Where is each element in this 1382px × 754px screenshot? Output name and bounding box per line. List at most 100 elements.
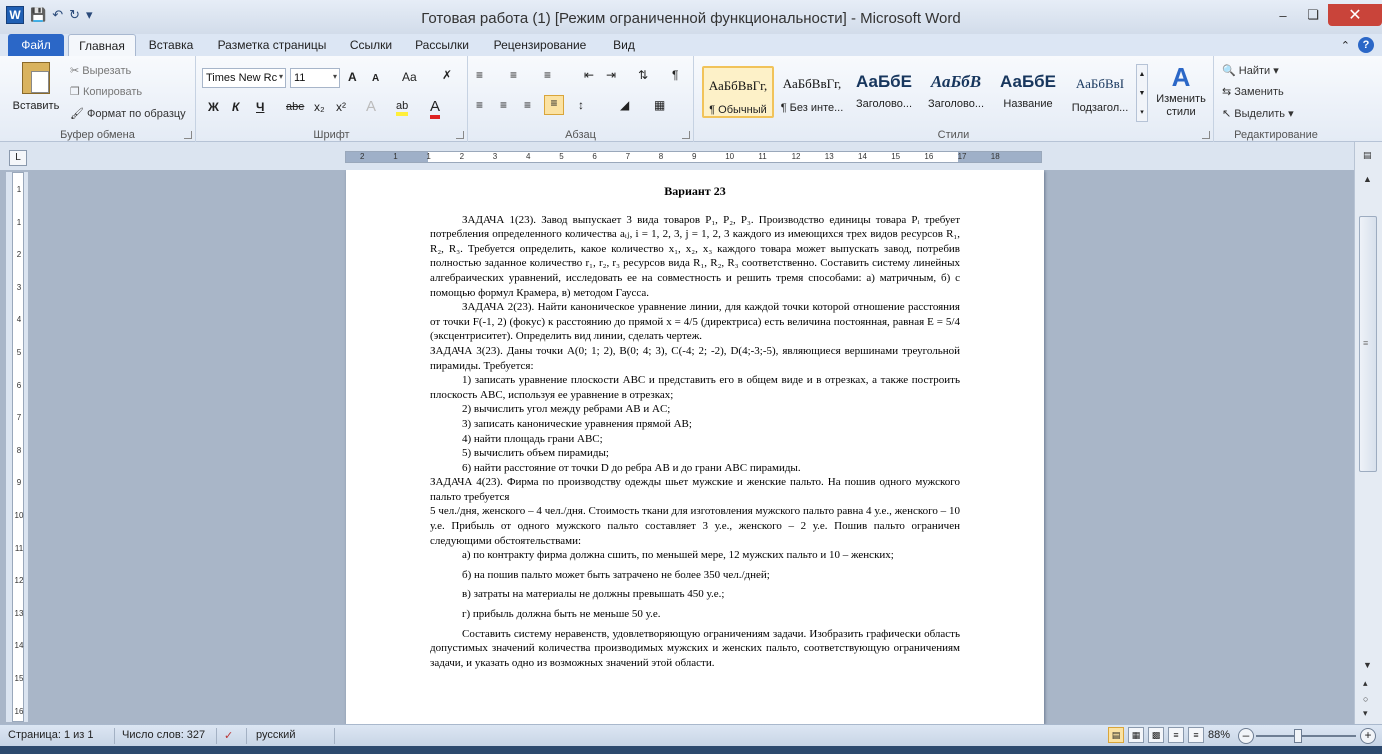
borders-icon[interactable]: ▦	[654, 98, 665, 112]
tab-review[interactable]: Рецензирование	[482, 34, 598, 56]
find-button[interactable]: 🔍 Найти ▾	[1222, 64, 1279, 77]
styles-group: АаБбВвГг, ¶ Обычный АаБбВвГг, ¶ Без инте…	[694, 56, 1214, 142]
page-count[interactable]: Страница: 1 из 1	[8, 729, 94, 741]
clear-format-icon[interactable]: ✗	[442, 68, 452, 82]
highlight-icon[interactable]: ab	[396, 98, 409, 116]
scroll-up-icon[interactable]: ▲	[1363, 174, 1372, 184]
paste-icon	[22, 62, 50, 94]
horizontal-ruler[interactable]: 2 1 1 2 3 4 5 6 7 8 9 10 11 12 13 14 15 16 17 18	[0, 142, 1382, 170]
browse-object-icon[interactable]: ○	[1363, 694, 1368, 704]
style-normal-name: ¶ Обычный	[709, 104, 767, 116]
vertical-ruler[interactable]: 1 1 2 3 4 5 6 7 8 9 10 11 12 13 14 15 16	[6, 172, 28, 722]
style-heading1[interactable]: АаБбЕ Заголово...	[848, 66, 920, 118]
pilcrow-icon[interactable]: ¶	[672, 68, 678, 82]
zoom-slider-thumb[interactable]	[1294, 729, 1302, 743]
clipboard-launcher-icon[interactable]	[184, 131, 192, 139]
paste-button[interactable]: Вставить	[10, 60, 62, 126]
tab-file[interactable]: Файл	[8, 34, 64, 56]
change-styles-icon: A	[1171, 62, 1191, 92]
outline-icon[interactable]: ≡	[1168, 727, 1184, 743]
format-painter-button[interactable]: 🖌 Формат по образцу	[70, 107, 186, 120]
increase-indent-icon[interactable]: ⇥	[606, 68, 616, 82]
word-count[interactable]: Число слов: 327	[122, 729, 205, 741]
styles-launcher-icon[interactable]	[1202, 131, 1210, 139]
change-case-button[interactable]: Aa	[402, 70, 417, 84]
zoom-slider[interactable]	[1256, 735, 1356, 737]
change-styles-button[interactable]: A Изменить стили	[1152, 62, 1210, 119]
style-heading2[interactable]: АаБбВ Заголово...	[920, 66, 992, 118]
cut-button[interactable]: ✂ Вырезать	[70, 64, 131, 77]
document-body[interactable]: Вариант 23 ЗАДАЧА 1(23). Завод выпускает…	[430, 184, 960, 670]
select-button[interactable]: ↖ Выделить ▾	[1222, 107, 1294, 120]
style-subtitle[interactable]: АаБбВвІ Подзагол...	[1064, 66, 1136, 118]
bold-button[interactable]: Ж	[208, 100, 219, 114]
numbering-icon[interactable]: ≡	[510, 68, 517, 82]
ruler-number: 12	[14, 576, 24, 586]
font-color-icon[interactable]: A	[430, 98, 441, 119]
style-heading1-name: Заголово...	[855, 98, 913, 110]
tab-view[interactable]: Вид	[602, 34, 646, 56]
help-icon[interactable]: ?	[1358, 37, 1374, 53]
collapse-ribbon-icon[interactable]: ⌃	[1341, 39, 1350, 52]
align-right-icon[interactable]: ≡	[524, 98, 531, 112]
ruler-number: 7	[16, 413, 22, 423]
scroll-down-icon[interactable]: ▼	[1363, 660, 1372, 670]
align-left-icon[interactable]: ≡	[476, 98, 483, 112]
tab-home[interactable]: Главная	[68, 34, 136, 56]
zoom-out-button[interactable]: –	[1238, 728, 1254, 744]
shrink-font-button[interactable]: A	[372, 73, 379, 84]
line-spacing-icon[interactable]: ↕	[578, 98, 584, 112]
tab-references[interactable]: Ссылки	[340, 34, 402, 56]
superscript-button[interactable]: x²	[336, 100, 346, 114]
tab-selector[interactable]: L	[9, 150, 27, 166]
zoom-in-button[interactable]: +	[1360, 728, 1376, 744]
ruler-number: 16	[14, 706, 24, 716]
grow-font-button[interactable]: A	[348, 70, 357, 84]
subscript-button[interactable]: x₂	[314, 100, 325, 114]
copy-button[interactable]: ❐ Копировать	[70, 85, 142, 98]
full-screen-reading-icon[interactable]: ▦	[1128, 727, 1144, 743]
page[interactable]: Вариант 23 ЗАДАЧА 1(23). Завод выпускает…	[346, 170, 1044, 724]
style-normal[interactable]: АаБбВвГг, ¶ Обычный	[702, 66, 774, 118]
tab-mailings[interactable]: Рассылки	[406, 34, 478, 56]
prev-page-icon[interactable]: ▴	[1363, 678, 1368, 689]
language[interactable]: русский	[256, 729, 295, 741]
spelling-check-icon[interactable]: ✓	[224, 729, 233, 742]
replace-button[interactable]: ⇆ Заменить	[1222, 85, 1284, 98]
font-size-combo[interactable]: 11 ▾	[290, 68, 340, 88]
tab-insert[interactable]: Вставка	[140, 34, 202, 56]
bullets-icon[interactable]: ≡	[476, 68, 483, 82]
list-item: 2) вычислить угол между ребрами AB и AC;	[462, 403, 671, 416]
vertical-scrollbar[interactable]: ▤ ▲ ≡ ▼ ▴ ○ ▾	[1354, 142, 1382, 724]
justify-icon[interactable]: ≡	[544, 95, 564, 115]
style-title[interactable]: АаБбЕ Название	[992, 66, 1064, 118]
draft-icon[interactable]: ≡	[1188, 727, 1204, 743]
ruler-number: 2	[16, 250, 22, 260]
zoom-level[interactable]: 88%	[1208, 729, 1230, 741]
text-effects-icon[interactable]: A	[366, 98, 376, 115]
close-button[interactable]: ✕	[1328, 4, 1382, 26]
taskbar	[0, 746, 1382, 754]
styles-scroll[interactable]: ▲ ▼ ▾	[1136, 64, 1148, 122]
restore-button[interactable]: ❏	[1298, 4, 1328, 26]
style-title-preview: АаБбЕ	[1000, 72, 1056, 91]
sort-icon[interactable]: ⇅	[638, 68, 648, 82]
multilevel-list-icon[interactable]: ≡	[544, 68, 551, 82]
web-layout-icon[interactable]: ▩	[1148, 727, 1164, 743]
decrease-indent-icon[interactable]: ⇤	[584, 68, 594, 82]
font-launcher-icon[interactable]	[456, 131, 464, 139]
next-page-icon[interactable]: ▾	[1363, 708, 1368, 719]
italic-button[interactable]: К	[232, 100, 239, 114]
font-name-combo[interactable]: Times New Rc ▾	[202, 68, 286, 88]
shading-icon[interactable]: ◢	[620, 98, 629, 112]
strikethrough-button[interactable]: abe	[286, 101, 304, 113]
tab-page-layout[interactable]: Разметка страницы	[208, 34, 336, 56]
minimize-button[interactable]: –	[1268, 4, 1298, 26]
paragraph-launcher-icon[interactable]	[682, 131, 690, 139]
print-layout-icon[interactable]: ▤	[1108, 727, 1124, 743]
underline-button[interactable]: Ч	[256, 100, 264, 114]
style-no-spacing[interactable]: АаБбВвГг, ¶ Без инте...	[776, 66, 848, 118]
replace-label: Заменить	[1234, 86, 1284, 98]
align-center-icon[interactable]: ≡	[500, 98, 507, 112]
ruler-toggle-icon[interactable]: ▤	[1363, 150, 1372, 161]
